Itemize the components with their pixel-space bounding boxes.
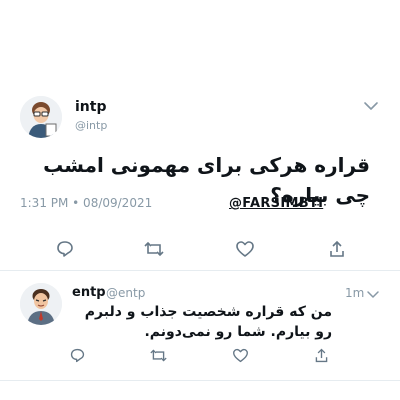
display-name[interactable]: intp [75,99,106,115]
share-icon[interactable] [309,343,333,367]
reply-icon[interactable] [65,343,89,367]
like-icon[interactable] [228,343,252,367]
avatar-figure-icon [20,96,62,138]
handle[interactable]: @intp [75,119,107,132]
retweet-icon[interactable] [142,237,166,261]
chevron-down-icon[interactable] [366,286,380,305]
divider [0,270,400,271]
retweet-icon[interactable] [146,343,170,367]
divider [0,380,400,381]
avatar[interactable] [20,283,62,325]
avatar-figure-icon [20,283,62,325]
share-icon[interactable] [325,237,349,261]
avatar[interactable] [20,96,62,138]
watermark: @FARSIMBTI [229,196,324,211]
reply-time: 1m [345,286,365,300]
reply-text: من که قراره شخصیت جذاب و دلبرم رو بیارم.… [84,304,332,340]
reply-icon[interactable] [53,237,77,261]
chevron-down-icon[interactable] [362,97,380,119]
display-name[interactable]: entp [72,285,106,300]
timestamp: 1:31 PM • 08/09/2021 [20,196,153,210]
handle[interactable]: @entp [106,286,145,300]
like-icon[interactable] [233,237,257,261]
